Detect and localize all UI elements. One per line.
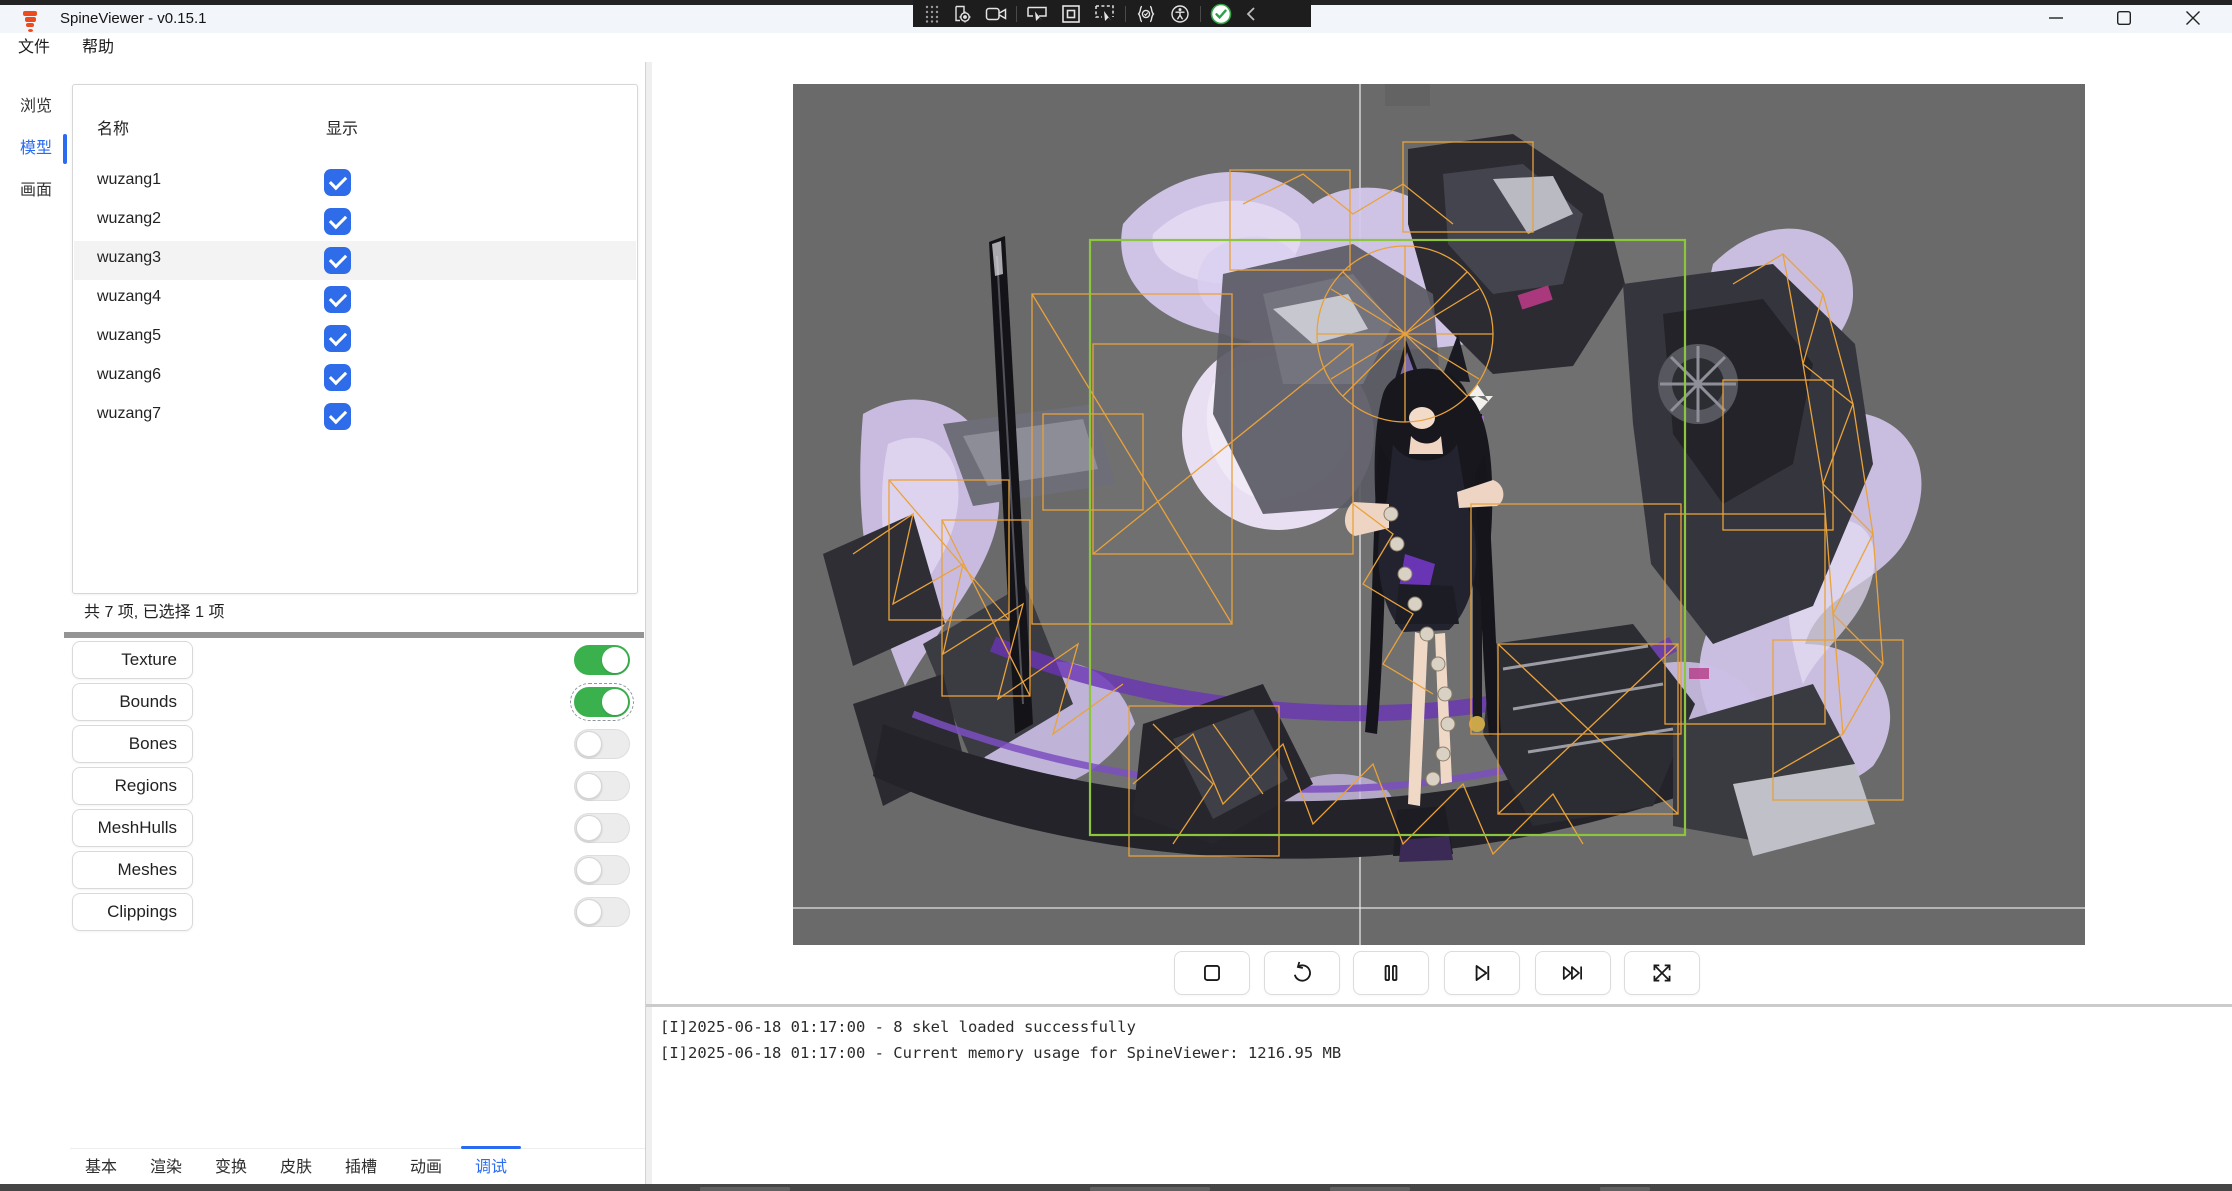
menu-file[interactable]: 文件 xyxy=(14,33,54,63)
debug-label-meshes[interactable]: Meshes xyxy=(72,851,193,889)
log-output: [I]2025-06-18 01:17:00 - 8 skel loaded s… xyxy=(660,1014,2220,1066)
model-name: wuzang1 xyxy=(97,171,161,189)
tab-transform[interactable]: 变换 xyxy=(208,1154,254,1182)
list-row-wuzang5[interactable]: wuzang5 xyxy=(74,319,636,358)
toggle-knob xyxy=(576,857,602,883)
fullscreen-button[interactable] xyxy=(1624,951,1700,995)
list-row-wuzang1[interactable]: wuzang1 xyxy=(74,163,636,202)
toggle-meshes[interactable] xyxy=(574,855,630,885)
tab-skin[interactable]: 皮肤 xyxy=(273,1154,319,1182)
debug-label-texture[interactable]: Texture xyxy=(72,641,193,679)
log-line: [I]2025-06-18 01:17:00 - 8 skel loaded s… xyxy=(660,1014,2220,1040)
list-header: 名称 显示 xyxy=(73,115,637,147)
toggle-bounds[interactable] xyxy=(574,687,630,717)
visible-checkbox[interactable] xyxy=(324,247,351,274)
braces-check-icon[interactable] xyxy=(1129,0,1163,27)
toggle-meshhulls[interactable] xyxy=(574,813,630,843)
nav-browse[interactable]: 浏览 xyxy=(10,92,62,122)
pause-button[interactable] xyxy=(1353,951,1429,995)
close-button[interactable] xyxy=(2168,5,2218,31)
taskbar-edge xyxy=(0,1184,2232,1191)
column-visible: 显示 xyxy=(326,115,358,139)
region-select-icon[interactable] xyxy=(1054,0,1088,27)
model-name: wuzang6 xyxy=(97,366,161,384)
toggle-knob xyxy=(576,899,602,925)
property-tab-bar: 基本渲染变换皮肤插槽动画调试 xyxy=(70,1148,645,1185)
log-line: [I]2025-06-18 01:17:00 - Current memory … xyxy=(660,1040,2220,1066)
chevron-left-icon[interactable] xyxy=(1238,0,1264,27)
menu-bar: 文件帮助 xyxy=(0,33,2232,63)
window-select-icon[interactable] xyxy=(1020,0,1054,27)
spine-render[interactable] xyxy=(793,84,2085,945)
debug-label-meshhulls[interactable]: MeshHulls xyxy=(72,809,193,847)
active-tab-indicator xyxy=(461,1146,521,1149)
reset-button[interactable] xyxy=(1264,951,1340,995)
debug-label-bounds[interactable]: Bounds xyxy=(72,683,193,721)
panel-splitter[interactable] xyxy=(64,632,644,638)
accessibility-icon[interactable] xyxy=(1163,0,1197,27)
toggle-knob xyxy=(576,773,602,799)
list-row-wuzang4[interactable]: wuzang4 xyxy=(74,280,636,319)
toggle-clippings[interactable] xyxy=(574,897,630,927)
stop-button[interactable] xyxy=(1174,951,1250,995)
camera-icon[interactable] xyxy=(979,0,1013,27)
debug-label-bones[interactable]: Bones xyxy=(72,725,193,763)
toggle-bones[interactable] xyxy=(574,729,630,759)
visible-checkbox[interactable] xyxy=(324,208,351,235)
model-list-panel: 名称 显示 wuzang1 wuzang2 wuzang3 wuzang4 wuzang… xyxy=(72,84,638,594)
list-row-wuzang3[interactable]: wuzang3 xyxy=(74,241,636,280)
list-row-wuzang7[interactable]: wuzang7 xyxy=(74,397,636,436)
maximize-button[interactable] xyxy=(2099,5,2149,31)
minimize-button[interactable] xyxy=(2031,5,2081,31)
toggle-knob xyxy=(602,647,628,673)
capture-toolbar xyxy=(913,0,1311,27)
log-divider xyxy=(646,1004,2232,1007)
nav-model[interactable]: 模型 xyxy=(10,134,62,164)
confirm-check-icon[interactable] xyxy=(1204,0,1238,27)
model-name: wuzang5 xyxy=(97,327,161,345)
tab-debug[interactable]: 调试 xyxy=(468,1154,514,1182)
step-forward-button[interactable] xyxy=(1444,951,1520,995)
toggle-knob xyxy=(576,815,602,841)
tab-animation[interactable]: 动画 xyxy=(403,1154,449,1182)
tab-render[interactable]: 渲染 xyxy=(143,1154,189,1182)
model-name: wuzang7 xyxy=(97,405,161,423)
pane-divider[interactable] xyxy=(645,62,652,1184)
selection-summary: 共 7 项, 已选择 1 项 xyxy=(72,596,638,630)
spine-logo-icon xyxy=(22,9,38,31)
debug-label-clippings[interactable]: Clippings xyxy=(72,893,193,931)
column-name: 名称 xyxy=(97,115,129,139)
menu-help[interactable]: 帮助 xyxy=(78,33,118,63)
tab-basic[interactable]: 基本 xyxy=(78,1154,124,1182)
record-target-icon[interactable] xyxy=(945,0,979,27)
toggle-knob xyxy=(576,731,602,757)
window-title: SpineViewer - v0.15.1 xyxy=(60,7,206,31)
toggle-texture[interactable] xyxy=(574,645,630,675)
grip-icon[interactable] xyxy=(919,0,945,27)
visible-checkbox[interactable] xyxy=(324,169,351,196)
nav-screen[interactable]: 画面 xyxy=(10,176,62,206)
visible-checkbox[interactable] xyxy=(324,325,351,352)
model-name: wuzang3 xyxy=(97,249,161,267)
model-name: wuzang4 xyxy=(97,288,161,306)
toggle-regions[interactable] xyxy=(574,771,630,801)
active-nav-indicator xyxy=(63,134,67,164)
model-name: wuzang2 xyxy=(97,210,161,228)
visible-checkbox[interactable] xyxy=(324,286,351,313)
toggle-knob xyxy=(602,689,628,715)
free-select-icon[interactable] xyxy=(1088,0,1122,27)
visible-checkbox[interactable] xyxy=(324,403,351,430)
magenta-accent-small xyxy=(1689,668,1709,679)
list-row-wuzang2[interactable]: wuzang2 xyxy=(74,202,636,241)
spine-render-viewport[interactable] xyxy=(793,84,2085,945)
list-row-wuzang6[interactable]: wuzang6 xyxy=(74,358,636,397)
visible-checkbox[interactable] xyxy=(324,364,351,391)
skip-forward-button[interactable] xyxy=(1535,951,1611,995)
tab-slot[interactable]: 插槽 xyxy=(338,1154,384,1182)
debug-label-regions[interactable]: Regions xyxy=(72,767,193,805)
